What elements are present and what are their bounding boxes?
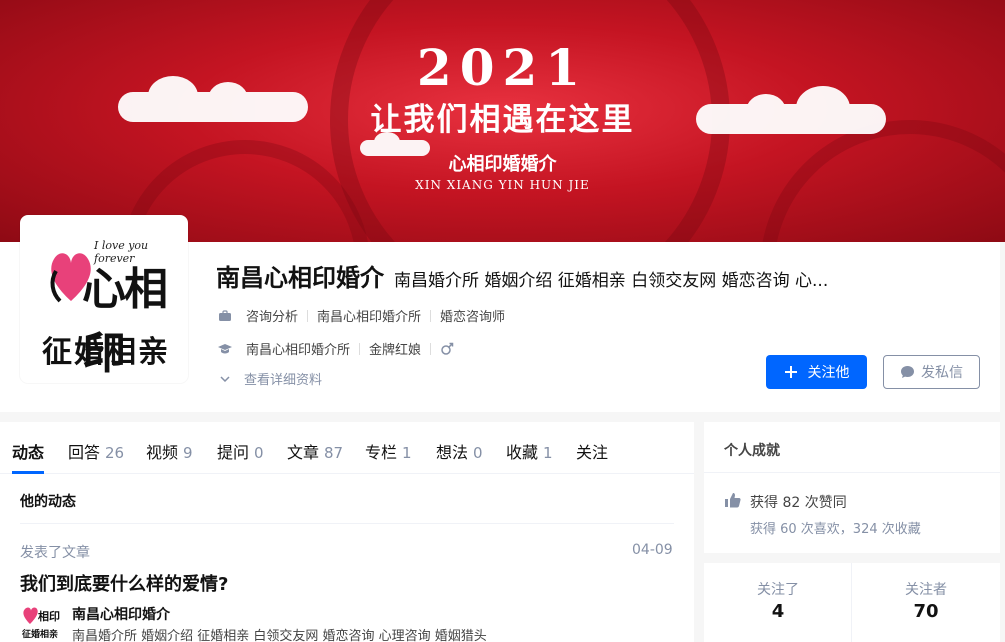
activity-date: 04-09 [632,542,673,558]
section-title: 他的动态 [20,494,76,510]
profile-banner: 2021 让我们相遇在这里 心相印婚婚介 XIN XIANG YIN HUN J… [0,0,1005,242]
job-info: 咨询分析 南昌心相印婚介所 婚恋咨询师 [218,306,505,325]
following-count: 4 [771,601,785,622]
author-headline: 南昌婚介所 婚姻介绍 征婚相亲 白领交友网 婚恋咨询 心理咨询 婚姻猎头 [72,629,487,642]
tab-activities[interactable]: 动态 [12,439,44,463]
divider [704,472,1000,473]
message-button[interactable]: 发私信 [883,355,980,389]
divider [430,342,432,355]
plus-icon [784,366,797,378]
education-major: 金牌红娘 [369,343,422,358]
followers-label: 关注者 [905,582,947,598]
following-label: 关注了 [757,582,799,598]
chevron-down-icon [220,375,230,382]
achievements-card: 个人成就 获得 82 次赞同 获得 60 次喜欢，324 次收藏 [704,422,1000,553]
avatar-logo-subtext: 征婚相亲 [42,335,170,370]
banner-year: 2021 [416,38,589,97]
education-school: 南昌心相印婚介所 [246,343,351,358]
follow-button[interactable]: 关注他 [766,355,867,389]
banner-pinyin: XIN XIANG YIN HUN JIE [415,178,590,192]
chat-bubble-icon [901,366,914,378]
view-details-link[interactable]: 查看详细资料 [218,369,322,388]
view-details-label: 查看详细资料 [244,373,323,388]
tab-articles[interactable]: 文章 87 [287,439,343,463]
follow-stats-card: 关注了 4 关注者 70 [704,563,1000,642]
author-name[interactable]: 南昌心相印婚介 [72,604,170,624]
profile-name: 南昌心相印婚介 [216,264,384,292]
divider [359,342,361,355]
follow-button-label: 关注他 [807,365,850,381]
svg-text:相印: 相印 [38,609,60,623]
briefcase-icon [219,309,231,321]
education-info: 南昌心相印婚介所 金牌红娘 [218,339,454,358]
message-button-label: 发私信 [921,365,963,381]
job-field: 咨询分析 [246,310,299,325]
divider [20,523,674,524]
profile-headline: 南昌婚介所 婚姻介绍 征婚相亲 白领交友网 婚恋咨询 心... [394,271,829,291]
author-logo-icon: 相印 征婚相亲 [22,607,60,640]
profile-tabs: 动态 回答 26 视频 9 提问 0 文章 87 专栏 1 想法 0 收藏 1 关注 [0,422,694,474]
male-icon [441,342,454,355]
tab-thoughts[interactable]: 想法 0 [436,439,483,463]
thumbs-up-icon [725,493,741,508]
tab-questions[interactable]: 提问 0 [217,439,264,463]
following-stat[interactable]: 关注了 4 [704,563,852,642]
tab-answers[interactable]: 回答 26 [68,439,124,463]
active-tab-indicator [12,471,44,474]
favorites-count: 获得 60 次喜欢，324 次收藏 [750,522,921,537]
tab-columns[interactable]: 专栏 1 [365,439,412,463]
followers-count: 70 [913,601,939,622]
activity-meta: 发表了文章 [20,545,90,561]
activity-title[interactable]: 我们到底要什么样的爱情? [20,570,228,596]
svg-text:征婚相亲: 征婚相亲 [22,628,58,640]
followers-stat[interactable]: 关注者 70 [852,563,1000,642]
tab-following[interactable]: 关注 [576,439,608,463]
profile-header: 南昌心相印婚介 南昌婚介所 婚姻介绍 征婚相亲 白领交友网 婚恋咨询 心... [216,258,876,293]
banner-slogan: 让我们相遇在这里 [370,102,635,138]
likes-count: 获得 82 次赞同 [750,495,847,511]
achievements-title: 个人成就 [724,443,780,459]
divider [430,309,432,322]
job-title: 婚恋咨询师 [440,310,506,325]
divider [307,309,309,322]
graduation-cap-icon [218,343,232,353]
tab-collections[interactable]: 收藏 1 [506,439,553,463]
author-avatar[interactable]: 相印 征婚相亲 [20,602,64,642]
job-company: 南昌心相印婚介所 [317,310,422,325]
tab-videos[interactable]: 视频 9 [146,439,193,463]
avatar[interactable]: I love you forever 心相印 征婚相亲 [20,215,188,383]
banner-brand: 心相印婚婚介 [448,154,557,175]
main-content: 动态 回答 26 视频 9 提问 0 文章 87 专栏 1 想法 0 收藏 1 关注 他的动态… [0,422,694,642]
